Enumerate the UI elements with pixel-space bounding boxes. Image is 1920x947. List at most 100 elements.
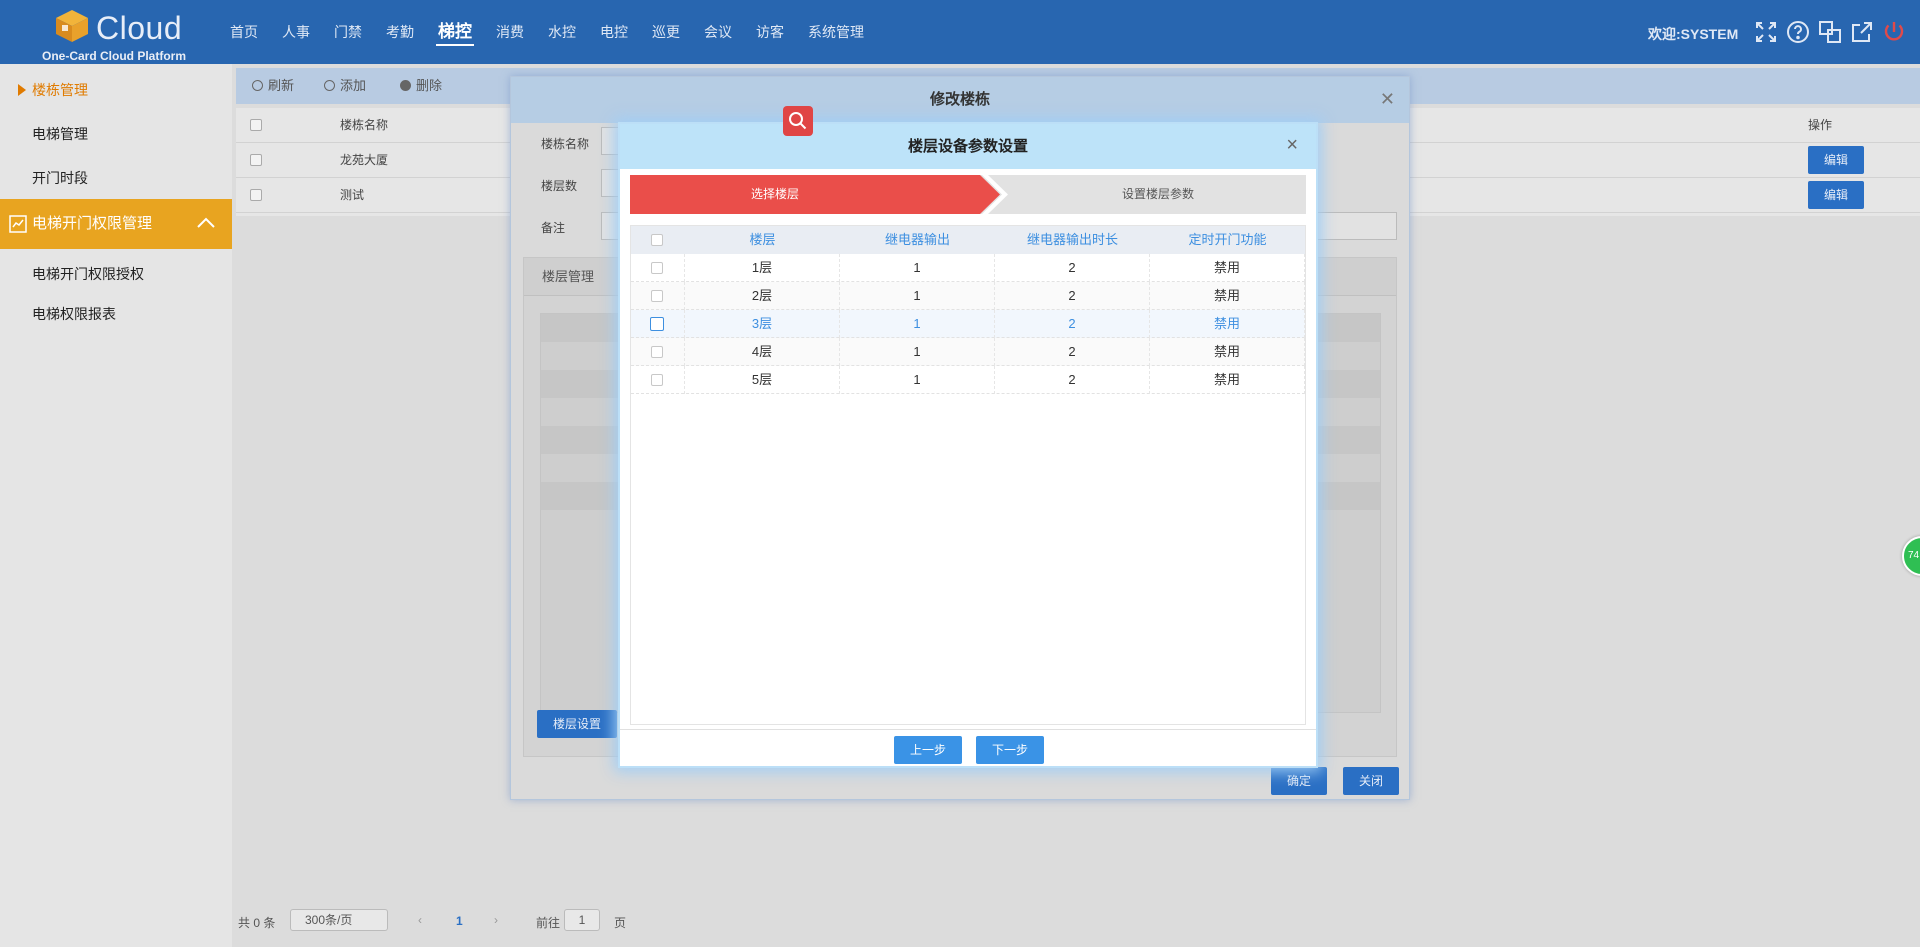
sidebar-group-label: 电梯开门权限管理 <box>32 215 153 232</box>
goto-page-input[interactable]: 1 <box>564 909 600 931</box>
close-icon[interactable]: × <box>1286 134 1298 157</box>
nav-elevator[interactable]: 梯控 <box>436 0 474 64</box>
sidebar-item-open-period[interactable]: 开门时段 <box>0 158 232 198</box>
delete-button[interactable]: 删除 <box>400 68 442 104</box>
step-set-params[interactable]: 设置楼层参数 <box>1010 175 1306 214</box>
row-checkbox[interactable] <box>650 317 664 331</box>
translate-icon[interactable] <box>1818 20 1842 44</box>
edit-button[interactable]: 编辑 <box>1808 146 1864 174</box>
add-button[interactable]: 添加 <box>324 68 366 104</box>
nav-access[interactable]: 门禁 <box>332 0 364 64</box>
checkbox-cell <box>631 338 685 366</box>
checkbox-cell <box>631 310 685 338</box>
sidebar-item-authorize[interactable]: 电梯开门权限授权 <box>0 254 232 294</box>
sidebar-item-label: 楼栋管理 <box>32 82 88 98</box>
external-link-icon[interactable] <box>1850 20 1874 44</box>
timer-cell: 禁用 <box>1150 282 1305 310</box>
duration-cell: 2 <box>995 338 1150 366</box>
confirm-button[interactable]: 确定 <box>1271 767 1327 795</box>
triangle-right-icon <box>18 84 26 96</box>
select-all-checkbox[interactable] <box>250 119 262 131</box>
table-row[interactable]: 1层 1 2 禁用 <box>631 254 1305 282</box>
close-icon[interactable]: ✕ <box>1380 89 1395 110</box>
table-row[interactable]: 3层 1 2 禁用 <box>631 310 1305 338</box>
refresh-icon <box>252 80 263 91</box>
row-checkbox[interactable] <box>651 346 663 358</box>
edit-button[interactable]: 编辑 <box>1808 181 1864 209</box>
relay-cell: 1 <box>840 310 995 338</box>
next-page-icon[interactable]: › <box>494 913 498 927</box>
cube-logo-icon <box>56 10 88 42</box>
nav-power[interactable]: 电控 <box>598 0 630 64</box>
select-all-checkbox[interactable] <box>651 234 663 246</box>
nav-home[interactable]: 首页 <box>228 0 260 64</box>
dialog-title: 楼层设备参数设置 <box>620 124 1316 169</box>
sidebar-item-label: 电梯管理 <box>32 126 88 142</box>
duration-cell: 2 <box>995 282 1150 310</box>
prev-step-button[interactable]: 上一步 <box>894 736 962 764</box>
nav-hr[interactable]: 人事 <box>280 0 312 64</box>
table-header: 楼层 继电器输出 继电器输出时长 定时开门功能 <box>631 226 1305 254</box>
nav-system[interactable]: 系统管理 <box>806 0 866 64</box>
row-checkbox[interactable] <box>250 189 262 201</box>
remark-label: 备注 <box>541 221 566 235</box>
nav-water[interactable]: 水控 <box>546 0 578 64</box>
close-button[interactable]: 关闭 <box>1343 767 1399 795</box>
sidebar-item-report[interactable]: 电梯权限报表 <box>0 294 232 334</box>
next-step-button[interactable]: 下一步 <box>976 736 1044 764</box>
timer-cell: 禁用 <box>1150 254 1305 282</box>
floor-cell: 5层 <box>685 366 840 394</box>
building-name-cell: 龙苑大厦 <box>340 153 389 167</box>
fullscreen-icon[interactable] <box>1754 20 1778 44</box>
relay-cell: 1 <box>840 338 995 366</box>
building-name-cell: 测试 <box>340 188 365 202</box>
delete-label: 删除 <box>416 78 443 93</box>
header-tools <box>1754 20 1906 44</box>
building-name-label: 楼栋名称 <box>541 137 590 151</box>
table-row[interactable]: 2层 1 2 禁用 <box>631 282 1305 310</box>
search-icon <box>789 112 807 130</box>
refresh-button[interactable]: 刷新 <box>252 68 294 104</box>
sidebar-item-elevator[interactable]: 电梯管理 <box>0 114 232 154</box>
goto-suffix: 页 <box>614 916 627 930</box>
nav-consume[interactable]: 消费 <box>494 0 526 64</box>
timer-cell: 禁用 <box>1150 310 1305 338</box>
prev-page-icon[interactable]: ‹ <box>418 913 422 927</box>
checkbox-cell <box>631 282 685 310</box>
step-select-floor[interactable]: 选择楼层 <box>630 175 1000 214</box>
nav-attendance[interactable]: 考勤 <box>384 0 416 64</box>
duration-cell: 2 <box>995 254 1150 282</box>
row-checkbox[interactable] <box>651 374 663 386</box>
row-checkbox[interactable] <box>250 154 262 166</box>
help-icon[interactable] <box>1786 20 1810 44</box>
nav-visitor[interactable]: 访客 <box>754 0 786 64</box>
duration-cell: 2 <box>995 366 1150 394</box>
floor-count-label: 楼层数 <box>541 179 578 193</box>
relay-cell: 1 <box>840 366 995 394</box>
floor-cell: 3层 <box>685 310 840 338</box>
sidebar-group-permission[interactable]: 电梯开门权限管理 <box>0 199 232 249</box>
nav-meeting[interactable]: 会议 <box>702 0 734 64</box>
chevron-up-icon <box>197 217 215 228</box>
floor-settings-button[interactable]: 楼层设置 <box>537 710 617 738</box>
row-checkbox[interactable] <box>651 290 663 302</box>
welcome-text: 欢迎:SYSTEM <box>1648 26 1739 42</box>
sidebar: 楼栋管理 电梯管理 开门时段 电梯开门权限管理 电梯开门权限授权 电梯权限报表 <box>0 64 232 947</box>
page-size-select[interactable]: 300条/页 <box>290 909 388 931</box>
nav-patrol[interactable]: 巡更 <box>650 0 682 64</box>
col-duration: 继电器输出时长 <box>1026 232 1118 247</box>
magnifier-button[interactable] <box>783 106 813 136</box>
floor-params-dialog: 楼层设备参数设置 × 选择楼层 设置楼层参数 楼层 继电器输出 继电器输出时长 … <box>618 122 1318 768</box>
power-icon[interactable] <box>1882 20 1906 44</box>
logo[interactable]: Cloud One-Card Cloud Platform <box>40 4 200 64</box>
current-page[interactable]: 1 <box>456 914 463 928</box>
col-building-name[interactable]: 楼栋名称 <box>340 108 388 143</box>
col-timer: 定时开门功能 <box>1188 232 1267 247</box>
sidebar-item-building[interactable]: 楼栋管理 <box>0 70 232 110</box>
total-count: 共 0 条 <box>238 916 276 930</box>
row-checkbox[interactable] <box>651 262 663 274</box>
table-row[interactable]: 4层 1 2 禁用 <box>631 338 1305 366</box>
floor-cell: 2层 <box>685 282 840 310</box>
floor-select-table: 楼层 继电器输出 继电器输出时长 定时开门功能 1层 1 2 禁用 2层 1 2… <box>630 225 1306 725</box>
table-row[interactable]: 5层 1 2 禁用 <box>631 366 1305 394</box>
